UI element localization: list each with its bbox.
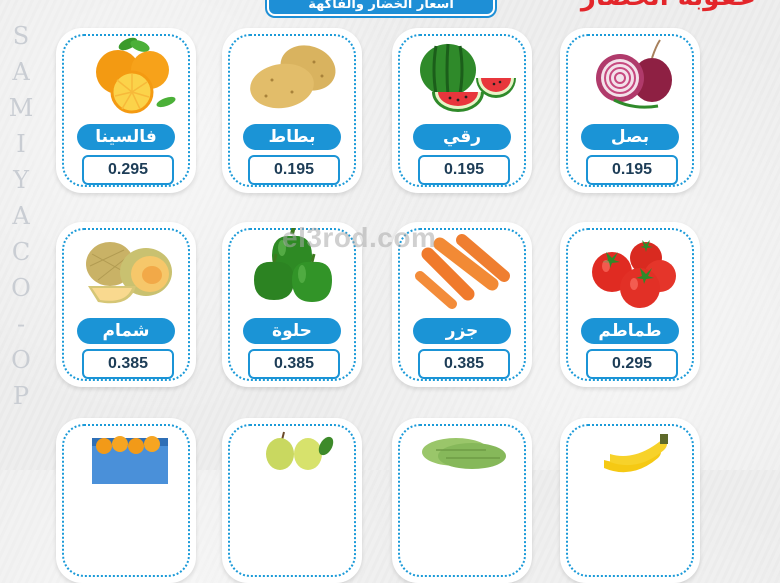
brand-letter: Y [13, 166, 29, 194]
product-card-tomato[interactable]: طماطم 0.295 [560, 222, 700, 387]
orange-icon [96, 37, 176, 114]
product-name: فالسينا [77, 124, 175, 150]
product-card-banana[interactable] [560, 418, 700, 583]
product-price: 0.385 [248, 349, 340, 379]
product-card-melon[interactable]: شمام 0.385 [56, 222, 196, 387]
fruit-box-icon [92, 436, 168, 484]
product-price: 0.195 [586, 155, 678, 185]
product-price: 0.295 [82, 155, 174, 185]
product-price: 0.295 [586, 349, 678, 379]
brand-vertical-text: S A M I Y A C O - O P [8, 18, 34, 414]
zucchini-icon [422, 438, 506, 469]
product-price: 0.195 [418, 155, 510, 185]
product-card-pear[interactable] [222, 418, 362, 583]
product-name: جزر [413, 318, 511, 344]
brand-letter: O [11, 346, 31, 374]
brand-letter: O [11, 274, 31, 302]
product-name: حلوة [243, 318, 341, 344]
product-name: بصل [581, 124, 679, 150]
banana-icon [604, 434, 668, 473]
product-price: 0.385 [418, 349, 510, 379]
product-card-zucchini[interactable] [392, 418, 532, 583]
pear-icon [266, 431, 334, 470]
product-name: رقي [413, 124, 511, 150]
product-card-orange[interactable]: فالسينا 0.295 [56, 28, 196, 193]
brand-letter: M [8, 94, 34, 122]
header-banner: أسعار الخضار والفاكهة [267, 0, 495, 16]
potato-icon [250, 45, 336, 109]
product-price: 0.195 [248, 155, 340, 185]
brand-letter: C [11, 238, 31, 266]
melon-icon [86, 242, 172, 304]
product-card-fruit-box[interactable] [56, 418, 196, 583]
brand-letter: I [16, 130, 26, 158]
watermark-text: el3rod.com [282, 222, 437, 253]
product-card-onion[interactable]: بصل 0.195 [560, 28, 700, 193]
tomato-icon [592, 240, 676, 308]
product-card-watermelon[interactable]: رقي 0.195 [392, 28, 532, 193]
brand-letter: A [12, 58, 30, 86]
product-price: 0.385 [82, 349, 174, 379]
watermelon-icon [420, 43, 516, 112]
product-name: طماطم [581, 318, 679, 344]
product-name: شمام [77, 318, 175, 344]
page-title: عقوبة الخضار [581, 0, 756, 12]
brand-letter: S [12, 22, 30, 50]
brand-letter: P [12, 382, 30, 410]
product-card-potato[interactable]: بطاط 0.195 [222, 28, 362, 193]
brand-letter: A [12, 202, 30, 230]
product-name: بطاط [243, 124, 341, 150]
brand-letter: - [16, 310, 26, 338]
onion-icon [596, 39, 672, 109]
